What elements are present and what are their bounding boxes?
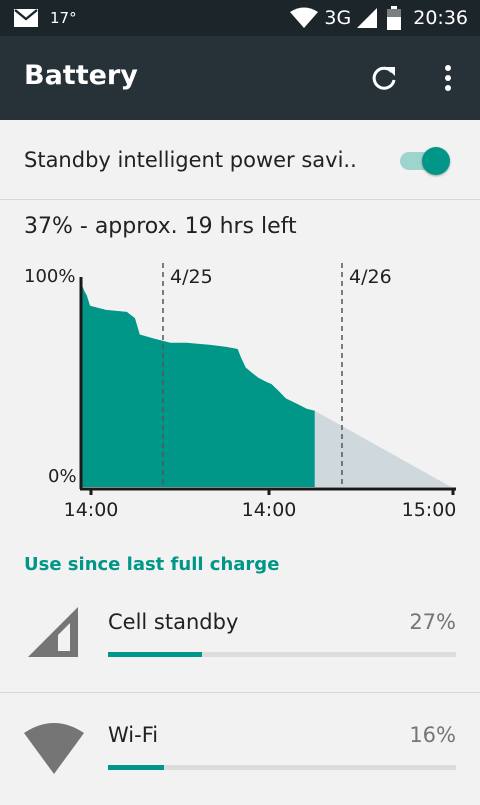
y-tick-label: 0% <box>48 466 77 487</box>
status-bar: 17° 3G 20:36 <box>0 0 480 36</box>
wifi-icon <box>24 723 84 774</box>
refresh-icon[interactable] <box>368 62 400 94</box>
usage-progress-track <box>108 765 456 770</box>
temperature-text: 17° <box>50 9 77 27</box>
app-bar: Battery <box>0 36 480 120</box>
more-options-icon[interactable] <box>432 62 464 94</box>
usage-item-cell-standby[interactable]: Cell standby 27% <box>0 580 480 692</box>
network-type: 3G <box>324 7 352 29</box>
x-tick-label: 14:00 <box>242 499 297 521</box>
signal-icon <box>357 8 378 28</box>
x-tick-label: 14:00 <box>64 499 119 521</box>
email-icon <box>14 9 38 27</box>
usage-progress-track <box>108 652 456 657</box>
usage-percent: 16% <box>409 723 456 747</box>
day-marker-label: 4/25 <box>170 266 213 288</box>
wifi-icon <box>290 7 319 28</box>
battery-estimate-area <box>314 410 452 487</box>
x-tick-label: 15:00 <box>402 499 457 521</box>
y-tick-label: 100% <box>24 266 75 287</box>
usage-percent: 27% <box>409 610 456 634</box>
day-marker-label: 4/26 <box>349 266 392 288</box>
usage-progress-fill <box>108 765 164 770</box>
battery-icon <box>387 6 402 30</box>
battery-history-area <box>82 285 315 487</box>
section-title: Use since last full charge <box>24 554 280 575</box>
page-title: Battery <box>24 60 138 91</box>
battery-summary: 37% - approx. 19 hrs left <box>24 214 297 239</box>
toggle-thumb <box>422 147 450 175</box>
power-saving-toggle[interactable] <box>398 144 452 178</box>
usage-item-wifi[interactable]: Wi-Fi 16% <box>0 693 480 805</box>
usage-progress-fill <box>108 652 202 657</box>
battery-history-chart[interactable]: 100% 0% 4/25 4/26 14:00 14:00 15:00 <box>0 255 480 525</box>
usage-name: Cell standby <box>108 610 239 634</box>
cell-signal-icon <box>28 607 78 657</box>
power-saving-label: Standby intelligent power savi.. <box>24 148 357 172</box>
usage-name: Wi-Fi <box>108 723 159 747</box>
clock: 20:36 <box>413 7 468 29</box>
